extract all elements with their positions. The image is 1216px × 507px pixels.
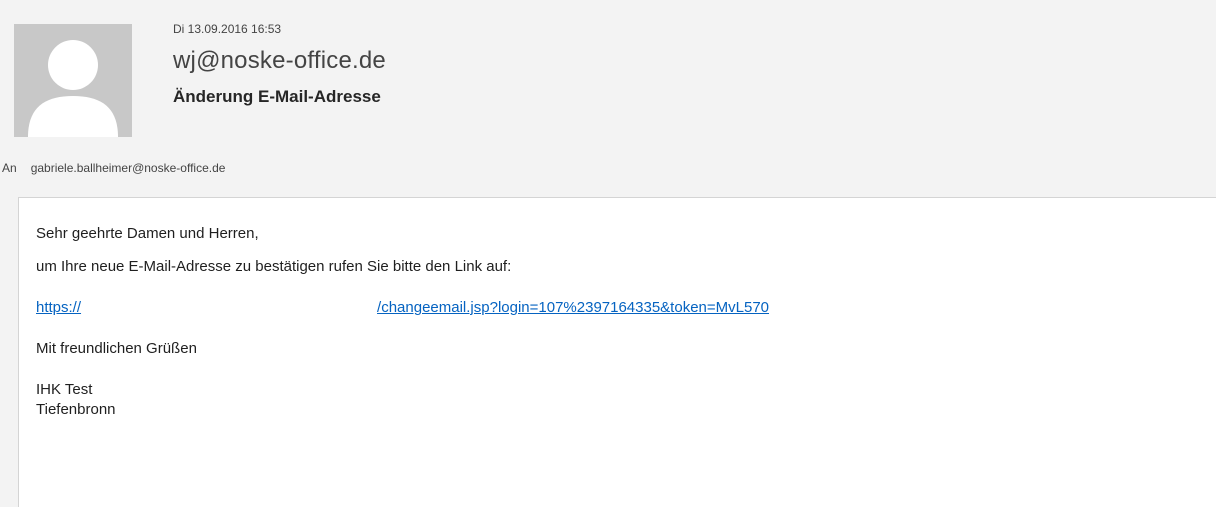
message-subject: Änderung E-Mail-Adresse [173,87,381,106]
recipient-line: An gabriele.ballheimer@noske-office.de [2,158,225,178]
signature-line-1: IHK Test [36,381,93,398]
message-header: Di 13.09.2016 16:53 wj@noske-office.de Ä… [173,18,1173,108]
to-label: An [2,161,17,175]
signature-line-2: Tiefenbronn [36,401,116,418]
confirmation-link[interactable]: https:// /changeemail.jsp?login=107%23971… [36,299,769,316]
greeting-text: Sehr geehrte Damen und Herren, [36,225,259,242]
link-end[interactable]: /changeemail.jsp?login=107%2397164335&to… [377,299,769,316]
sender-address[interactable]: wj@noske-office.de [173,46,1173,76]
message-body: Sehr geehrte Damen und Herren, um Ihre n… [18,197,1216,507]
recipient-address[interactable]: gabriele.ballheimer@noske-office.de [31,161,226,175]
sender-avatar-person-icon [14,24,132,137]
message-text: Sehr geehrte Damen und Herren, um Ihre n… [36,224,769,420]
instruction-text: um Ihre neue E-Mail-Adresse zu bestätige… [36,258,512,275]
confirmation-link-paragraph: https:// /changeemail.jsp?login=107%23971… [36,298,769,318]
sent-date: Di 13.09.2016 16:53 [173,22,282,36]
closing-text: Mit freundlichen Grüßen [36,340,197,357]
link-start[interactable]: https:// [36,299,81,316]
email-reading-pane: Di 13.09.2016 16:53 wj@noske-office.de Ä… [0,0,1216,507]
